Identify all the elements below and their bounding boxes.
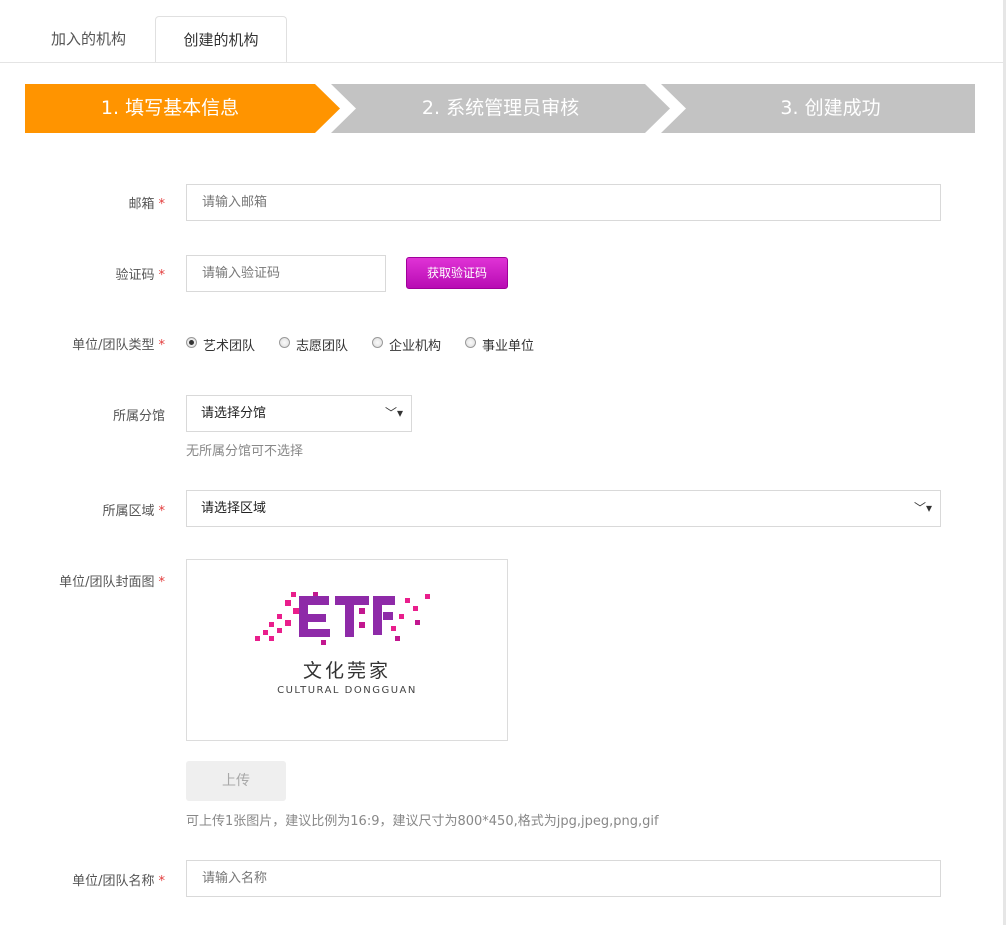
- org-type-label-text: 单位/团队类型: [72, 338, 155, 353]
- radio-public-institution[interactable]: 事业单位: [465, 335, 545, 354]
- required-mark: *: [158, 575, 166, 590]
- org-type-label: 单位/团队类型 *: [15, 334, 165, 353]
- step-3-label: 3. 创建成功: [780, 97, 881, 119]
- branch-label: 所属分馆: [15, 405, 165, 424]
- tab-joined-organizations[interactable]: 加入的机构: [22, 16, 155, 62]
- radio-label: 事业单位: [482, 339, 535, 354]
- area-select-value: 请选择区域: [201, 501, 267, 516]
- verification-code-input[interactable]: [186, 255, 386, 292]
- radio-unchecked-icon: [372, 337, 383, 348]
- logo-chinese-text: 文化莞家: [302, 660, 391, 682]
- branch-select-value: 请选择分馆: [201, 406, 267, 421]
- radio-volunteer-team[interactable]: 志愿团队: [279, 335, 359, 354]
- tab-bar: 加入的机构 创建的机构: [0, 0, 1006, 63]
- step-progress: 1. 填写基本信息 2. 系统管理员审核 3. 创建成功: [25, 84, 975, 133]
- upload-hint: 可上传1张图片，建议比例为16:9，建议尺寸为800*450,格式为jpg,jp…: [186, 814, 659, 829]
- area-label: 所属区域 *: [15, 500, 165, 519]
- radio-art-team[interactable]: 艺术团队: [186, 335, 266, 354]
- org-name-input[interactable]: [186, 860, 941, 897]
- radio-label: 志愿团队: [296, 339, 349, 354]
- tab-divider: [0, 62, 1003, 63]
- branch-hint: 无所属分馆可不选择: [186, 444, 304, 459]
- radio-label: 企业机构: [389, 339, 442, 354]
- area-select[interactable]: 请选择区域 ﹀▾: [186, 490, 941, 527]
- step-1-label: 1. 填写基本信息: [100, 97, 240, 119]
- radio-unchecked-icon: [279, 337, 290, 348]
- cover-label: 单位/团队封面图 *: [15, 571, 165, 590]
- get-verification-code-button[interactable]: 获取验证码: [406, 257, 508, 289]
- required-mark: *: [158, 504, 166, 519]
- org-name-label: 单位/团队名称 *: [15, 870, 165, 889]
- radio-unchecked-icon: [465, 337, 476, 348]
- code-label-text: 验证码: [115, 268, 155, 283]
- step-2-label: 2. 系统管理员审核: [421, 97, 580, 119]
- email-label-text: 邮箱: [128, 197, 155, 212]
- email-input[interactable]: [186, 184, 941, 221]
- logo-english-text: CULTURAL DONGGUAN: [277, 685, 417, 696]
- area-label-text: 所属区域: [102, 504, 155, 519]
- radio-label: 艺术团队: [203, 339, 256, 354]
- required-mark: *: [158, 197, 166, 212]
- branch-label-text: 所属分馆: [112, 409, 165, 424]
- code-label: 验证码 *: [15, 264, 165, 283]
- cover-label-text: 单位/团队封面图: [59, 575, 155, 590]
- email-label: 邮箱 *: [15, 193, 165, 212]
- upload-button[interactable]: 上传: [186, 761, 286, 801]
- cultural-dongguan-logo-mark: [255, 592, 430, 645]
- cover-image-preview: 文化莞家 CULTURAL DONGGUAN: [186, 559, 508, 741]
- org-name-label-text: 单位/团队名称: [72, 874, 155, 889]
- tab-created-organizations[interactable]: 创建的机构: [155, 16, 287, 63]
- required-mark: *: [158, 338, 166, 353]
- chevron-down-icon: ﹀▾: [914, 501, 933, 515]
- branch-select[interactable]: 请选择分馆 ﹀▾: [186, 395, 412, 432]
- required-mark: *: [158, 874, 166, 889]
- required-mark: *: [158, 268, 166, 283]
- chevron-down-icon: ﹀▾: [385, 406, 404, 420]
- radio-checked-icon: [186, 337, 197, 348]
- radio-enterprise[interactable]: 企业机构: [372, 335, 452, 354]
